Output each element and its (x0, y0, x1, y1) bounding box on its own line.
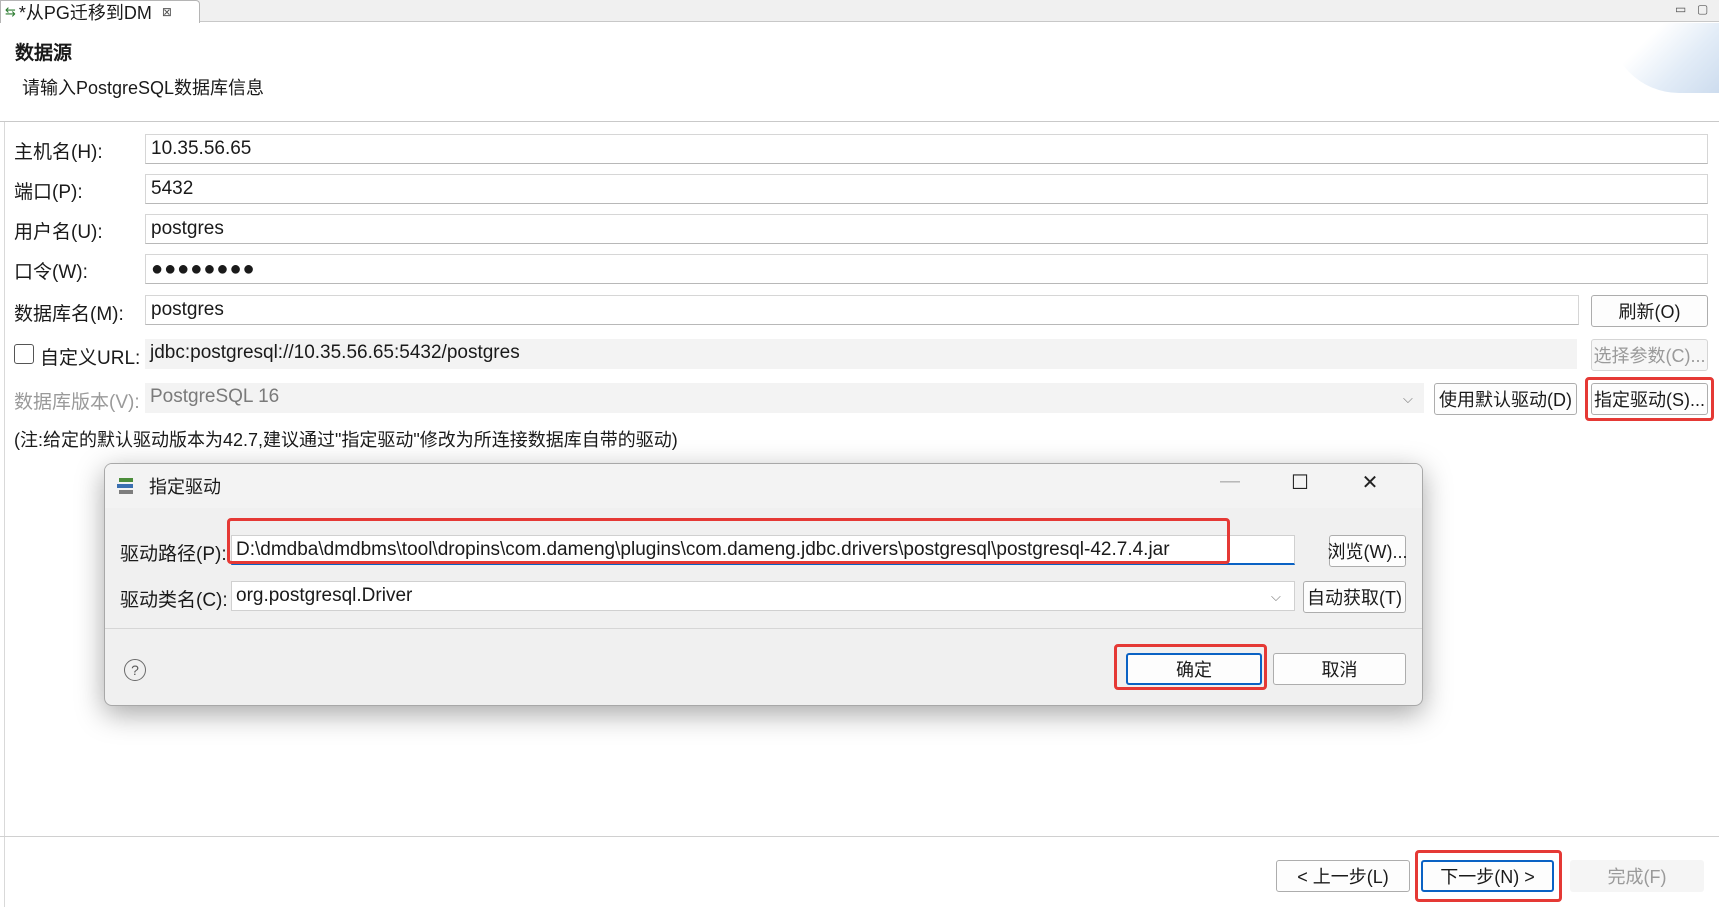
help-icon[interactable]: ? (124, 659, 146, 681)
bottom-separator (0, 836, 1719, 837)
use-default-driver-button[interactable]: 使用默认驱动(D) (1434, 383, 1577, 415)
ok-button[interactable]: 确定 (1126, 653, 1262, 685)
refresh-button[interactable]: 刷新(O) (1591, 295, 1708, 327)
database-name-input[interactable]: postgres (145, 295, 1579, 325)
select-params-button[interactable]: 选择参数(C)... (1591, 339, 1708, 371)
finish-button[interactable]: 完成(F) (1570, 860, 1704, 892)
cancel-button[interactable]: 取消 (1273, 653, 1406, 685)
username-input[interactable]: postgres (145, 214, 1708, 244)
migration-icon: ⇆ (5, 4, 16, 19)
driver-note: (注:给定的默认驱动版本为42.7,建议通过"指定驱动"修改为所连接数据库自带的… (14, 430, 678, 450)
wizard-header: 数据源 请输入PostgreSQL数据库信息 (0, 23, 1719, 122)
dialog-maximize-icon[interactable]: ☐ (1280, 470, 1320, 495)
tab-close-icon[interactable]: ⊠ (162, 5, 172, 19)
driver-path-label: 驱动路径(P): (120, 544, 227, 565)
host-label: 主机名(H): (14, 142, 103, 163)
editor-tab-migration[interactable]: ⇆ *从PG迁移到DM ⊠ (0, 0, 200, 23)
specify-driver-button[interactable]: 指定驱动(S)... (1591, 383, 1708, 415)
driver-path-input[interactable]: D:\dmdba\dmdbms\tool\dropins\com.dameng\… (231, 535, 1295, 565)
maximize-view-icon[interactable]: ▢ (1697, 2, 1708, 16)
chevron-down-icon: ⌵ (1271, 589, 1281, 604)
db-version-select[interactable]: PostgreSQL 16 (145, 383, 1424, 413)
page-title: 数据源 (15, 43, 73, 64)
back-button[interactable]: < 上一步(L) (1276, 860, 1410, 892)
next-button[interactable]: 下一步(N) > (1421, 860, 1554, 892)
custom-url-checkbox[interactable] (14, 344, 34, 364)
port-label: 端口(P): (14, 182, 83, 203)
chevron-down-icon: ⌵ (1403, 391, 1413, 406)
page-left-border (4, 122, 5, 907)
browse-button[interactable]: 浏览(W)... (1328, 535, 1408, 567)
minimize-view-icon[interactable]: ▭ (1675, 2, 1686, 16)
db-version-label: 数据库版本(V): (14, 392, 140, 413)
password-label: 口令(W): (14, 262, 88, 283)
database-name-label: 数据库名(M): (14, 304, 124, 325)
dialog-minimize-icon[interactable]: — (1210, 470, 1250, 493)
driver-class-select[interactable]: org.postgresql.Driver (231, 581, 1295, 611)
auto-fetch-button[interactable]: 自动获取(T) (1303, 581, 1406, 613)
dialog-title: 指定驱动 (149, 477, 221, 497)
specify-driver-dialog: 指定驱动 — ☐ ✕ 驱动路径(P): D:\dmdba\dmdbms\tool… (104, 463, 1423, 706)
dialog-body: 驱动路径(P): D:\dmdba\dmdbms\tool\dropins\co… (105, 508, 1422, 629)
host-input[interactable]: 10.35.56.65 (145, 134, 1708, 164)
editor-tab-label: *从PG迁移到DM (18, 3, 152, 23)
header-banner-graphic (1609, 23, 1719, 93)
port-input[interactable]: 5432 (145, 174, 1708, 204)
driver-icon (117, 476, 135, 496)
url-input[interactable]: jdbc:postgresql://10.35.56.65:5432/postg… (145, 339, 1577, 369)
page-description: 请输入PostgreSQL数据库信息 (22, 78, 265, 98)
editor-tab-bar: ⇆ *从PG迁移到DM ⊠ ▭ ▢ (0, 0, 1719, 23)
dialog-titlebar: 指定驱动 — ☐ ✕ (105, 464, 1422, 508)
driver-class-label: 驱动类名(C): (120, 590, 228, 611)
password-input[interactable]: ●●●●●●●● (145, 254, 1708, 284)
custom-url-label: 自定义URL: (40, 348, 141, 369)
username-label: 用户名(U): (14, 222, 103, 243)
dialog-close-icon[interactable]: ✕ (1350, 470, 1390, 495)
